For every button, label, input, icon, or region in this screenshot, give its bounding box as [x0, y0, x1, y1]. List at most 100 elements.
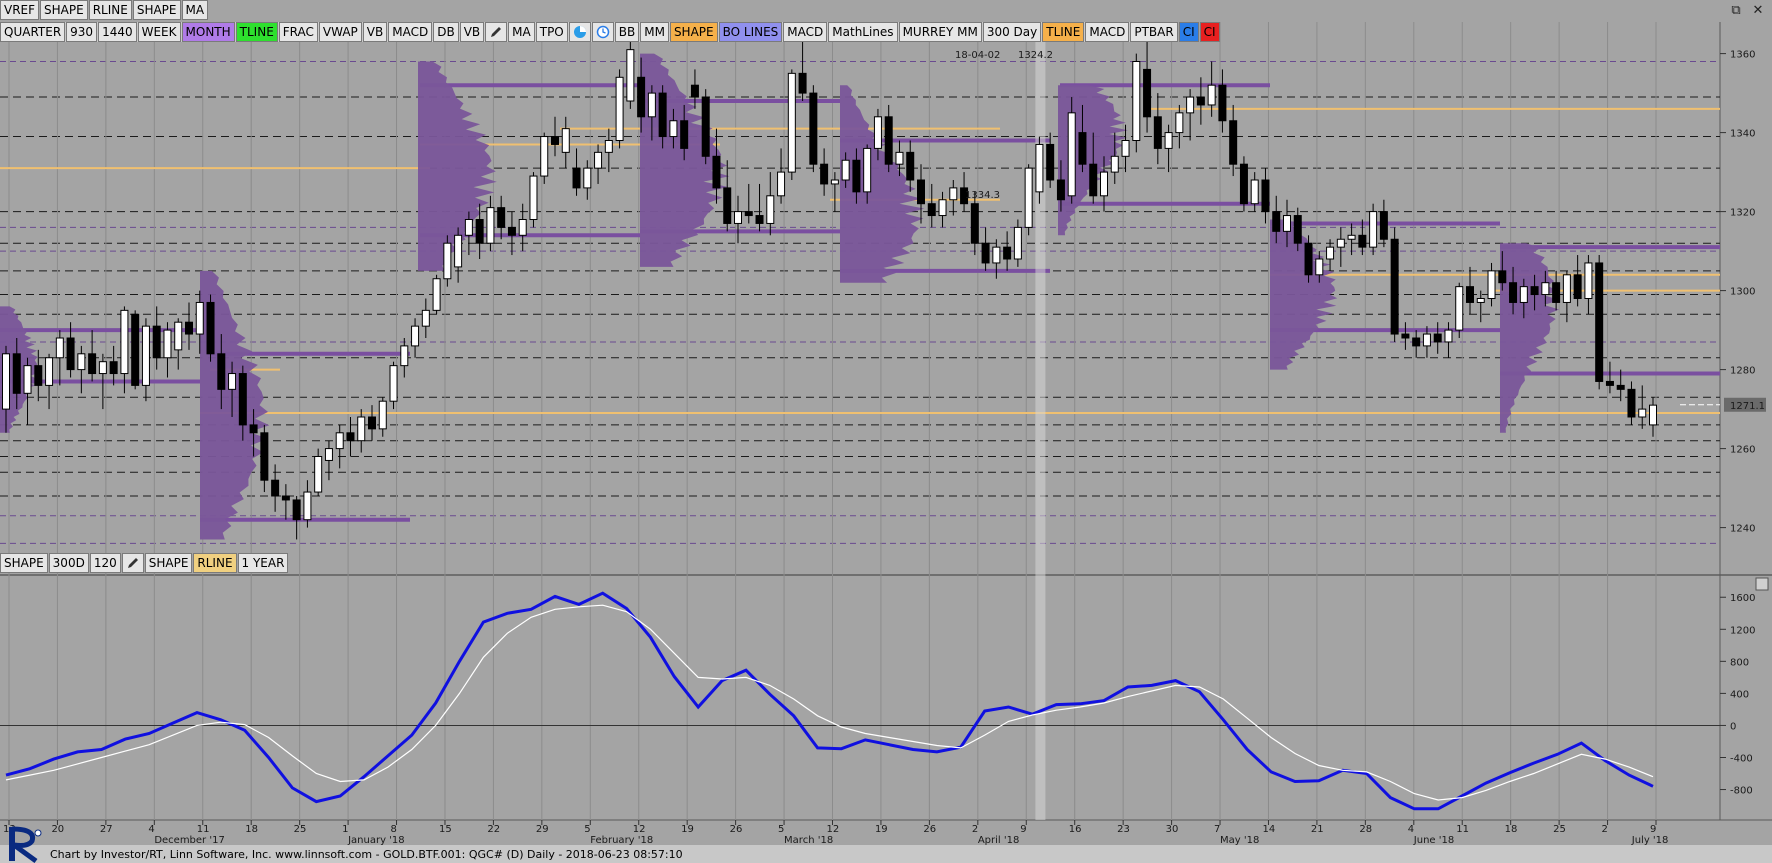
lower-1-year-button[interactable]: 1 YEAR: [237, 553, 289, 573]
candle-body: [518, 219, 527, 236]
main-bo-lines-button[interactable]: BO LINES: [718, 22, 783, 42]
candle-body: [1401, 333, 1410, 339]
chart-canvas[interactable]: 18-04-02 1324.21334.312401260128013001320…: [0, 0, 1772, 845]
annotation-price: 1324.2: [1018, 50, 1053, 61]
candle: [443, 235, 452, 287]
main-ci-button[interactable]: CI: [1178, 22, 1199, 42]
candle-body: [1003, 246, 1012, 260]
button-label: 300D: [52, 556, 85, 570]
candle-body: [228, 373, 237, 390]
main-mm-button[interactable]: MM: [640, 22, 669, 42]
candle-body: [45, 357, 54, 386]
candle-body: [1293, 215, 1302, 244]
candle-body: [777, 171, 786, 197]
candle-body: [1466, 286, 1474, 303]
main-vb-button[interactable]: VB: [459, 22, 485, 42]
button-label: SHAPE: [4, 556, 44, 570]
candle-body: [249, 424, 258, 434]
main-clock-button[interactable]: [591, 22, 614, 42]
main-pencil-button[interactable]: [485, 22, 508, 42]
candle-body: [324, 448, 333, 461]
candle-body: [109, 361, 118, 375]
day-tick-label: 5: [584, 824, 590, 835]
top-rline-button[interactable]: RLINE: [88, 0, 132, 20]
main-tpo-button[interactable]: TPO: [535, 22, 568, 42]
candle-body: [77, 353, 86, 371]
month-label: June '18: [1413, 835, 1454, 845]
button-label: 1 YEAR: [241, 556, 285, 570]
macd-tick-label: -400: [1730, 753, 1753, 764]
clock-icon: [596, 25, 610, 39]
main-murrey-mm-button[interactable]: MURREY MM: [898, 22, 982, 42]
main-bb-button[interactable]: BB: [614, 22, 640, 42]
candle-body: [1035, 143, 1044, 193]
main-db-button[interactable]: DB: [433, 22, 459, 42]
candle-body: [1100, 171, 1108, 197]
candle-body: [863, 147, 872, 193]
lower-pencil-button[interactable]: [121, 553, 144, 573]
close-icon[interactable]: ✕: [1750, 2, 1766, 18]
candle-body: [1541, 282, 1550, 296]
candle-body: [744, 211, 753, 217]
candle-body: [852, 159, 861, 193]
candle-body: [1250, 179, 1259, 205]
candle-body: [1422, 333, 1431, 347]
button-label: MACD: [392, 25, 429, 39]
day-tick-label: 14: [1262, 824, 1275, 835]
main-vwap-button[interactable]: VWAP: [318, 22, 362, 42]
main-tline-button[interactable]: TLINE: [235, 22, 278, 42]
candle-body: [680, 120, 689, 149]
main-frac-button[interactable]: FRAC: [278, 22, 318, 42]
day-tick-label: 26: [923, 824, 936, 835]
day-tick-label: 25: [1553, 824, 1566, 835]
main-300-day-button[interactable]: 300 Day: [982, 22, 1042, 42]
main-macd-button[interactable]: MACD: [388, 22, 433, 42]
lower-shape-button[interactable]: SHAPE: [144, 553, 193, 573]
candle-body: [1347, 234, 1356, 240]
main-1440-button[interactable]: 1440: [98, 22, 137, 42]
button-label: 1440: [102, 25, 133, 39]
candle-body: [1595, 262, 1604, 382]
button-label: VB: [463, 25, 481, 39]
month-label: April '18: [978, 835, 1020, 845]
candle-body: [174, 321, 183, 351]
restore-icon[interactable]: ⧉: [1728, 2, 1744, 18]
main-ma-button[interactable]: MA: [508, 22, 535, 42]
main-week-button[interactable]: WEEK: [137, 22, 181, 42]
main-macd-button[interactable]: MACD: [783, 22, 828, 42]
lower-rline-button[interactable]: RLINE: [193, 553, 237, 573]
candle-body: [583, 167, 592, 189]
button-label: 120: [93, 556, 117, 570]
top-shape-button[interactable]: SHAPE: [132, 0, 181, 20]
main-pie-button[interactable]: [568, 22, 591, 42]
candle-body: [98, 361, 107, 375]
main-ptbar-button[interactable]: PTBAR: [1130, 22, 1178, 42]
top-vref-button[interactable]: VREF: [0, 0, 40, 20]
main-shape-button[interactable]: SHAPE: [669, 22, 718, 42]
candle-body: [734, 211, 742, 224]
lower-300d-button[interactable]: 300D: [48, 553, 89, 573]
main-930-button[interactable]: 930: [66, 22, 98, 42]
top-shape-button[interactable]: SHAPE: [40, 0, 88, 20]
annotation-level: 1334.3: [965, 190, 1000, 201]
candle: [529, 172, 538, 228]
main-macd-button[interactable]: MACD: [1085, 22, 1130, 42]
lower-shape-button[interactable]: SHAPE: [0, 553, 48, 573]
candle-body: [163, 329, 172, 359]
top-ma-button[interactable]: MA: [181, 0, 209, 20]
candle-body: [1304, 242, 1313, 276]
main-vb-button[interactable]: VB: [362, 22, 388, 42]
main-ci-button[interactable]: CI: [1199, 22, 1220, 42]
button-label: CI: [1203, 25, 1216, 39]
candle-body: [152, 325, 161, 359]
candle: [1595, 255, 1604, 390]
candle-body: [12, 353, 21, 394]
lower-120-button[interactable]: 120: [89, 553, 121, 573]
toolbar-main: QUARTER 930 1440 WEEK MONTH TLINE FRAC VWAP VB MA…: [0, 22, 1220, 42]
candle-body: [281, 495, 290, 501]
button-label: BO LINES: [722, 25, 779, 39]
main-month-button[interactable]: MONTH: [181, 22, 235, 42]
main-tline-button[interactable]: TLINE: [1042, 22, 1085, 42]
main-quarter-button[interactable]: QUARTER: [0, 22, 66, 42]
main-mathlines-button[interactable]: MathLines: [828, 22, 898, 42]
